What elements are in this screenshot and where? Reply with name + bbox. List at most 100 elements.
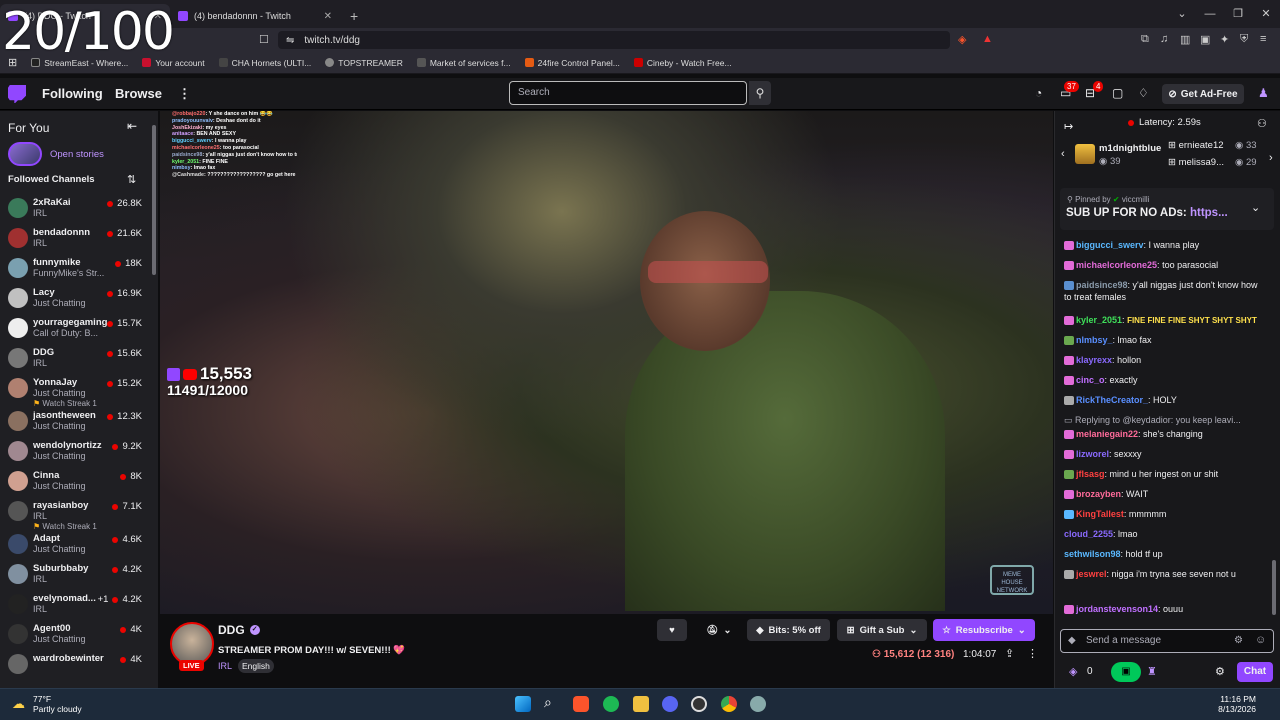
chat-username[interactable]: cinc_o	[1076, 375, 1105, 385]
bookmark-item[interactable]: Cineby - Watch Free...	[633, 58, 732, 68]
video-player[interactable]	[160, 111, 1053, 614]
chat-message[interactable]: klayrexx: hollon	[1064, 354, 1260, 366]
bits-button[interactable]: ◆ Bits: 5% off	[747, 619, 830, 641]
bookmark-item[interactable]: TOPSTREAMER	[325, 58, 403, 68]
chevron-right-icon[interactable]: ›	[1269, 152, 1273, 164]
chat-username[interactable]: RickTheCreator_	[1076, 395, 1148, 405]
chat-username[interactable]: brozayben	[1076, 489, 1121, 499]
chat-username[interactable]: paidsince98	[1076, 280, 1128, 290]
chat-username[interactable]: jeswrel	[1076, 569, 1107, 579]
search-input[interactable]: Search	[509, 81, 747, 105]
discord-icon[interactable]	[662, 696, 678, 712]
chat-username[interactable]: jflsasg	[1076, 469, 1105, 479]
follow-heart-button[interactable]: ♥	[657, 619, 687, 641]
hype-icon[interactable]: ♜	[1147, 665, 1157, 678]
sort-icon[interactable]: ⇅	[127, 173, 136, 186]
chat-username[interactable]: biggucci_swerv	[1076, 240, 1144, 250]
chat-message[interactable]: KingTallest: mmmmm	[1064, 508, 1260, 520]
chat-username[interactable]: nlmbsy_	[1076, 335, 1113, 345]
bookmark-item[interactable]: Market of services f...	[416, 58, 511, 68]
chat-message[interactable]: cloud_2255: lmao	[1064, 528, 1260, 540]
chrome-icon[interactable]	[721, 696, 737, 712]
sidebar-channel[interactable]: evelynomad... IRL +1 4.2K	[0, 591, 150, 621]
settings-gear-icon[interactable]: ⚙	[1215, 665, 1225, 678]
chat-username[interactable]: melaniegain22	[1076, 429, 1138, 439]
close-tab-icon[interactable]: ✕	[324, 11, 332, 22]
bookmark-item[interactable]: 24fire Control Panel...	[524, 58, 620, 68]
chat-username[interactable]: KingTallest	[1076, 509, 1124, 519]
chat-message[interactable]: jflsasg: mind u her ingest on ur shit	[1064, 468, 1260, 480]
sidebar-channel[interactable]: YonnaJay Just Chatting ⚑ Watch Streak 1 15.…	[0, 375, 150, 408]
channel-points-icon[interactable]: ◈	[1069, 665, 1077, 678]
chevron-left-icon[interactable]: ‹	[1061, 148, 1065, 160]
maximize-icon[interactable]: ❐	[1224, 0, 1252, 28]
leo-icon[interactable]: ✦	[1220, 33, 1229, 46]
bits-input-icon[interactable]: ◆	[1068, 635, 1076, 646]
close-window-icon[interactable]: ✕	[1252, 0, 1280, 28]
settings-app-icon[interactable]	[750, 696, 766, 712]
chat-username[interactable]: michaelcorleone25	[1076, 260, 1157, 270]
brave-browser-icon[interactable]	[573, 696, 589, 712]
weather-widget[interactable]: 77°F Partly cloudy	[33, 694, 82, 714]
chat-send-button[interactable]: Chat	[1237, 662, 1273, 682]
sidebar-channel[interactable]: Agent00 Just Chatting 4K	[0, 621, 150, 651]
bookmark-icon[interactable]: ☐	[259, 33, 269, 46]
chat-message[interactable]: lizworel: sexxxy	[1064, 448, 1260, 460]
chat-username[interactable]: klayrexx	[1076, 355, 1112, 365]
resubscribe-button[interactable]: ☆ Resubscribe ⌄	[933, 619, 1035, 641]
channel-name[interactable]: DDG ✓	[218, 623, 260, 637]
bookmark-item[interactable]: Your account	[142, 58, 205, 68]
new-tab-button[interactable]: +	[350, 8, 358, 24]
chat-username[interactable]: sethwilson98	[1064, 549, 1121, 559]
more-options-icon[interactable]: ⋮	[1027, 647, 1038, 660]
search-taskbar-icon[interactable]: ⌕	[544, 694, 552, 711]
chat-scrollbar[interactable]	[1272, 560, 1276, 615]
sidebar-channel[interactable]: 2xRaKai IRL 26.8K	[0, 195, 150, 225]
share-icon[interactable]: ⇪	[1005, 647, 1014, 660]
drops-icon[interactable]: ◔	[1035, 86, 1042, 100]
start-icon[interactable]	[515, 696, 531, 712]
bookmark-item[interactable]: CHA Hornets (ULTI...	[218, 58, 311, 68]
open-stories[interactable]: Open stories	[8, 142, 104, 166]
chevron-down-icon[interactable]: ⌄	[1251, 201, 1260, 214]
community-icon[interactable]: ⚇	[1257, 117, 1267, 130]
chat-message[interactable]: nlmbsy_: lmao fax	[1064, 334, 1260, 346]
chat-message[interactable]: melaniegain22: she's changing	[1064, 428, 1260, 440]
stream-category[interactable]: IRL	[218, 661, 232, 671]
wallet-icon[interactable]: ▣	[1200, 33, 1210, 46]
system-clock[interactable]: 11:16 PM 8/13/2026	[1218, 694, 1256, 714]
sidebar-channel[interactable]: funnymike FunnyMike's Str... 18K	[0, 255, 150, 285]
collapse-sidebar-icon[interactable]: ⇤	[127, 119, 137, 133]
sidebar-channel[interactable]: Cinna Just Chatting 8K	[0, 468, 150, 498]
claim-bonus-button[interactable]: ▣	[1111, 662, 1141, 682]
sidebar-channel[interactable]: Adapt Just Chatting 4.6K	[0, 531, 150, 561]
steam-icon[interactable]	[691, 696, 707, 712]
chat-message[interactable]: sethwilson98: hold tf up	[1064, 548, 1260, 560]
chat-message[interactable]: kyler_2051: FINE FINE FINE SHYT SHYT SHY…	[1064, 314, 1260, 327]
prime-icon[interactable]: ♢	[1138, 86, 1149, 100]
notifications-bell-button[interactable]: 🔕︎ ⌄	[697, 619, 741, 641]
chat-message[interactable]: michaelcorleone25: too parasocial	[1064, 259, 1260, 271]
sidebar-channel[interactable]: jasontheween Just Chatting 12.3K	[0, 408, 150, 438]
chat-username[interactable]: cloud_2255	[1064, 529, 1113, 539]
chat-message[interactable]: jeswrel: nigga i'm tryna see seven not u	[1064, 568, 1260, 580]
weather-icon[interactable]: ☁	[12, 696, 25, 712]
brave-shield-icon[interactable]: ◈	[958, 33, 966, 46]
sidebar-channel[interactable]: rayasianboy IRL ⚑ Watch Streak 1 7.1K	[0, 498, 150, 531]
get-ad-free-button[interactable]: ⊘ Get Ad-Free	[1162, 84, 1244, 104]
bookmark-item[interactable]: StreamEast - Where...	[31, 58, 128, 68]
stream-tag[interactable]: English	[238, 659, 274, 673]
sidebar-icon[interactable]: ▥	[1180, 33, 1190, 46]
chat-settings-icon[interactable]: ⚙	[1234, 635, 1243, 646]
reply-context[interactable]: ▭ Replying to @keydadior: you keep leavi…	[1064, 414, 1260, 426]
address-bar[interactable]: ⇋ twitch.tv/ddg	[278, 31, 950, 49]
site-info-icon[interactable]: ⇋	[286, 35, 294, 46]
sidebar-channel[interactable]: Suburbbaby IRL 4.2K	[0, 561, 150, 591]
chat-message[interactable]: paidsince98: y'all niggas just don't kno…	[1064, 279, 1260, 303]
brave-rewards-icon[interactable]: ▲	[982, 33, 993, 45]
sidebar-channel[interactable]: wardrobewinter 4K	[0, 651, 150, 681]
browser-tab[interactable]: (4) bendadonnn - Twitch ✕	[170, 4, 340, 28]
chat-message[interactable]: cinc_o: exactly	[1064, 374, 1260, 386]
emote-picker-icon[interactable]: ☺	[1255, 634, 1266, 646]
chat-message[interactable]: RickTheCreator_: HOLY	[1064, 394, 1260, 406]
